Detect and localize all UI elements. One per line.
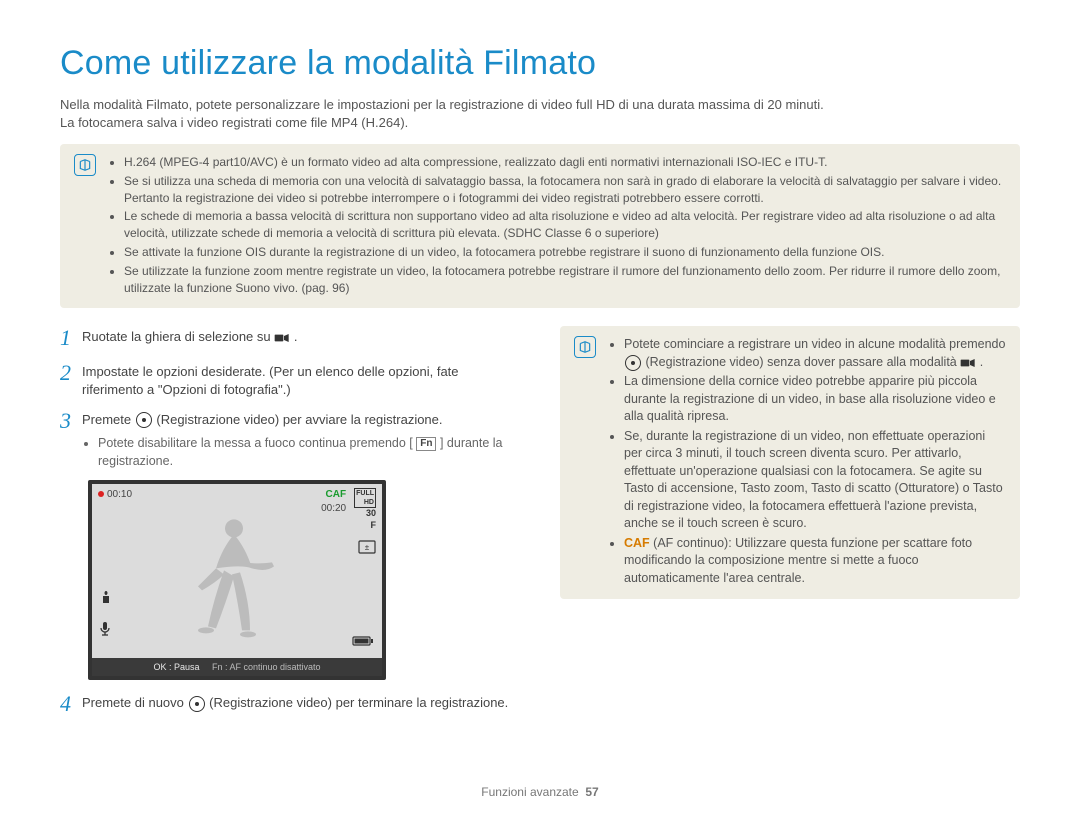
lcd-time-remain: 00:20 [321,502,346,516]
step-4-text: Premete di nuovo (Registrazione video) p… [82,692,520,716]
note2-item: La dimensione della cornice video potreb… [624,373,1006,426]
step-3-sub: Potete disabilitare la messa a fuoco con… [98,435,520,470]
intro-line-1: Nella modalità Filmato, potete personali… [60,96,1020,114]
note1-list: H.264 (MPEG-4 part10/AVC) è un formato v… [106,154,1006,298]
note2-item: CAF (AF continuo): Utilizzare questa fun… [624,535,1006,588]
lcd-right-icons: FULLHD 30F [354,488,376,532]
dancer-silhouette [192,513,282,648]
step-number: 4 [60,692,82,716]
note-box-1: H.264 (MPEG-4 part10/AVC) è un formato v… [60,144,1020,308]
tips-column: Potete cominciare a registrare un video … [560,326,1020,726]
record-button-icon [136,412,152,428]
step-1-text: Ruotate la ghiera di selezione su . [82,326,520,350]
fn-key-icon: Fn [416,437,436,451]
fps-icon: 30F [354,508,376,531]
step-number: 3 [60,409,82,470]
videocamera-icon [960,356,976,370]
note1-item: H.264 (MPEG-4 part10/AVC) è un formato v… [124,154,1006,171]
note2-list: Potete cominciare a registrare un video … [606,336,1006,589]
lcd-bottom-bar: OK : Pausa Fn : AF continuo disattivato [92,658,382,677]
svg-text:±: ± [365,543,370,552]
page-title: Come utilizzare la modalità Filmato [60,40,1020,88]
mic-icon [98,621,114,643]
note2-item: Se, durante la registrazione di un video… [624,428,1006,533]
caf-label: CAF [624,536,650,550]
note1-item: Se utilizzate la funzione zoom mentre re… [124,263,1006,297]
note-icon [74,154,96,176]
exposure-icon: ± [358,540,376,559]
page-footer: Funzioni avanzate 57 [0,784,1080,801]
note1-item: Le schede di memoria a bassa velocità di… [124,208,1006,242]
step-number: 1 [60,326,82,350]
step-number: 2 [60,361,82,399]
note-box-2: Potete cominciare a registrare un video … [560,326,1020,599]
fullhd-icon: FULLHD [354,488,376,508]
note1-item: Se si utilizza una scheda di memoria con… [124,173,1006,207]
lcd-caf-indicator: CAF [321,488,346,502]
steps-column: 1 Ruotate la ghiera di selezione su . 2 … [60,326,520,726]
stabilizer-icon [98,589,114,611]
step-2-text: Impostate le opzioni desiderate. (Per un… [82,361,520,399]
lcd-screenshot: 00:10 CAF 00:20 FULLHD 30F [88,480,386,680]
lcd-time-elapsed: 00:10 [98,488,132,502]
step-3-text: Premete (Registrazione video) per avviar… [82,409,520,470]
intro-line-2: La fotocamera salva i video registrati c… [60,114,1020,132]
record-button-icon [189,696,205,712]
note-icon [574,336,596,358]
videocamera-icon [274,331,290,345]
note2-item: Potete cominciare a registrare un video … [624,336,1006,371]
intro-block: Nella modalità Filmato, potete personali… [60,96,1020,132]
note1-item: Se attivate la funzione OIS durante la r… [124,244,1006,261]
battery-icon [352,635,374,652]
record-button-icon [625,355,641,371]
